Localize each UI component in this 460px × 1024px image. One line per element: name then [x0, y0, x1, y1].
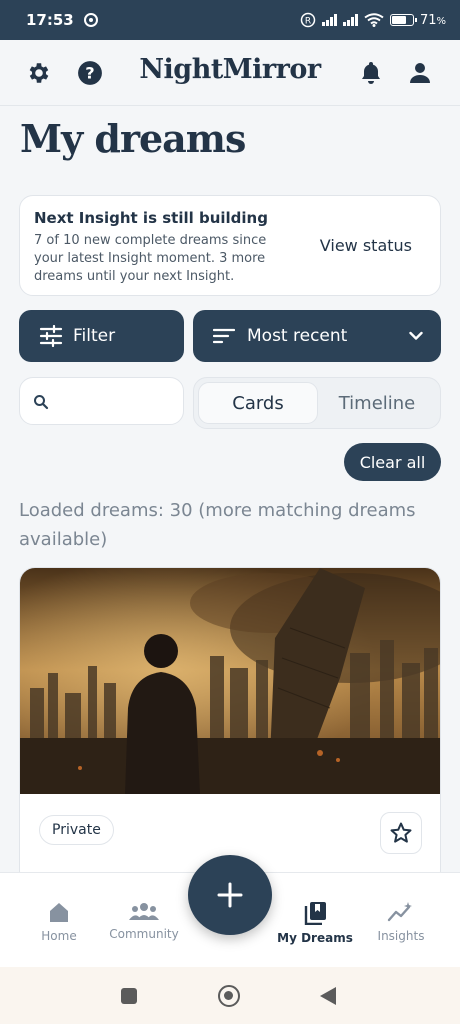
- filter-button[interactable]: Filter: [19, 310, 184, 362]
- nav-insights-label: Insights: [377, 929, 425, 943]
- view-option-cards[interactable]: Cards: [198, 382, 318, 424]
- visibility-badge: Private: [39, 815, 114, 845]
- page-title: My dreams: [20, 116, 246, 161]
- loaded-count-text: Loaded dreams: 30 (more matching dreams …: [19, 500, 416, 550]
- signal-icon: [342, 14, 358, 26]
- community-icon: [129, 903, 159, 920]
- sort-label: Most recent: [247, 326, 348, 346]
- add-dream-button[interactable]: [188, 855, 272, 935]
- insight-status-card: Next Insight is still building 7 of 10 n…: [19, 195, 441, 296]
- svg-text:R: R: [305, 17, 311, 27]
- signal-icon: [321, 14, 337, 26]
- recents-icon[interactable]: [121, 988, 137, 1004]
- nav-community[interactable]: Community: [99, 901, 189, 941]
- battery-icon: [389, 14, 417, 26]
- status-indicators: R 71%: [300, 12, 446, 28]
- bell-icon[interactable]: [358, 60, 384, 86]
- view-option-timeline[interactable]: Timeline: [318, 382, 436, 424]
- insight-description: 7 of 10 new complete dreams since your l…: [34, 233, 267, 284]
- sort-dropdown[interactable]: Most recent: [193, 310, 441, 362]
- sparkle-chart-icon: [387, 902, 412, 922]
- nav-my-dreams[interactable]: My Dreams: [270, 901, 360, 945]
- home-icon: [50, 903, 68, 922]
- star-icon: [390, 822, 412, 843]
- view-toggle: Cards Timeline: [193, 377, 441, 429]
- registered-icon: R: [300, 12, 316, 28]
- search-input[interactable]: [19, 377, 184, 425]
- app-title: NightMirror: [139, 54, 321, 85]
- nav-home[interactable]: Home: [14, 901, 104, 943]
- chevron-down-icon: [409, 331, 423, 340]
- view-status-button[interactable]: View status: [320, 236, 412, 255]
- sort-icon: [213, 328, 235, 344]
- back-icon[interactable]: [320, 987, 336, 1005]
- account-icon[interactable]: [407, 60, 433, 86]
- search-icon: [34, 395, 49, 410]
- dream-image: [20, 568, 440, 794]
- battery-level: 71%: [419, 12, 446, 28]
- filter-label: Filter: [73, 326, 116, 346]
- nav-insights[interactable]: Insights: [356, 901, 446, 943]
- dream-card[interactable]: Private: [19, 567, 441, 887]
- system-navigation-bar: [0, 967, 460, 1024]
- home-button-icon[interactable]: [218, 985, 240, 1007]
- nav-home-label: Home: [41, 929, 77, 943]
- sliders-icon: [39, 325, 63, 347]
- app-header: ? NightMirror: [0, 40, 460, 106]
- book-icon: [304, 902, 326, 925]
- clear-all-button[interactable]: Clear all: [344, 443, 441, 481]
- insight-heading: Next Insight is still building: [34, 209, 268, 227]
- nav-community-label: Community: [109, 927, 179, 941]
- wifi-icon: [364, 13, 384, 27]
- nav-my-dreams-label: My Dreams: [277, 931, 353, 945]
- status-time: 17:53: [26, 11, 74, 29]
- status-bar: 17:53 R 71%: [0, 0, 460, 40]
- chrome-icon: [83, 13, 98, 27]
- favorite-button[interactable]: [380, 812, 422, 854]
- plus-icon: [217, 882, 243, 908]
